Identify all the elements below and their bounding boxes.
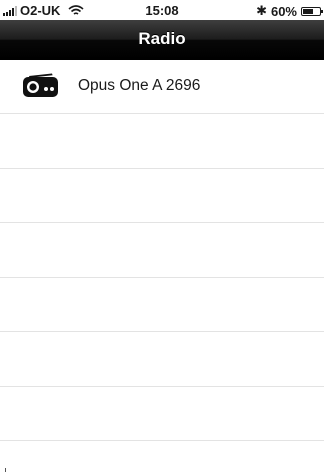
status-bar: O2-UK 15:08 ✱ 60% [0, 0, 324, 20]
list-item-radio[interactable]: Opus One A 2696 [0, 60, 324, 114]
edge-mark [5, 468, 6, 472]
empty-row [0, 332, 324, 387]
empty-row [0, 114, 324, 169]
radio-icon [23, 73, 58, 97]
list-item-label: Opus One A 2696 [78, 77, 201, 94]
page-title: Radio [138, 29, 186, 48]
bluetooth-icon: ✱ [256, 3, 267, 18]
empty-row [0, 223, 324, 278]
radio-list: Opus One A 2696 [0, 60, 324, 476]
empty-row [0, 387, 324, 441]
battery-percent: 60% [270, 3, 297, 19]
navigation-bar: Radio [0, 20, 324, 60]
status-right: ✱ 60% [256, 3, 323, 19]
empty-row [0, 169, 324, 223]
battery-icon [301, 6, 323, 16]
empty-row [0, 278, 324, 332]
